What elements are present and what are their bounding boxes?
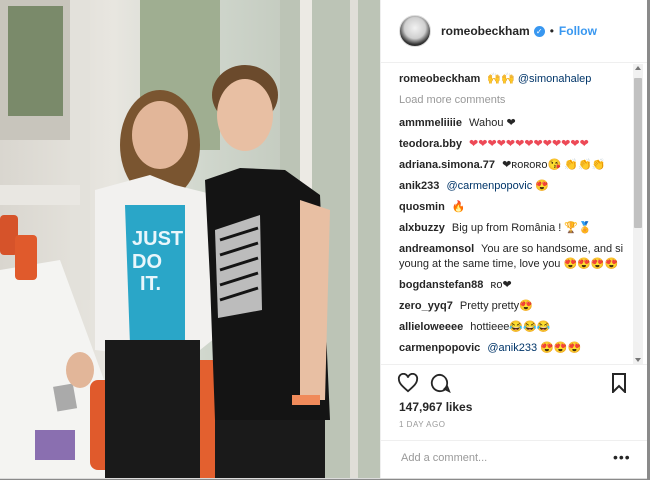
caption-emojis: 🙌🙌 <box>487 73 515 85</box>
comment-username[interactable]: zero_yyq7 <box>399 300 453 312</box>
header-separator: • <box>549 24 554 38</box>
instagram-post: JUST DO IT. romeobeckham ✓ • Follow rome… <box>0 0 647 479</box>
comment-text: @carmenpopovic 😍 <box>446 180 549 192</box>
post-timestamp: 1 DAY AGO <box>399 420 446 429</box>
comment-row: zero_yyq7 Pretty pretty😍 <box>399 299 631 314</box>
comment-username[interactable]: ammmeliiiie <box>399 117 462 129</box>
comment-row: anik233 @carmenpopovic 😍 <box>399 179 631 194</box>
caption: romeobeckham 🙌🙌 @simonahalep <box>399 72 631 87</box>
comment-row: andreamonsol You are so handsome, and si… <box>399 242 631 272</box>
svg-text:DO: DO <box>132 251 162 273</box>
comment-username[interactable]: quosmin <box>399 201 445 213</box>
photo-illustration: JUST DO IT. <box>0 0 380 478</box>
comment-text: Big up from România ! 🏆🏅 <box>451 222 592 234</box>
comment-username[interactable]: andreamonsol <box>399 243 474 255</box>
add-comment-input[interactable] <box>399 451 603 465</box>
post-side-panel: romeobeckham ✓ • Follow romeobeckham 🙌🙌 … <box>380 0 647 478</box>
comment-username[interactable]: anik233 <box>399 180 439 192</box>
comment-row: ammmeliiiie Wahou ❤ <box>399 116 631 131</box>
comment-row: alxbuzzy Big up from România ! 🏆🏅 <box>399 221 631 236</box>
follow-button[interactable]: Follow <box>559 24 597 38</box>
comments-list: romeobeckham 🙌🙌 @simonahalep Load more c… <box>399 72 631 362</box>
comment-text: @anik233 😍😍😍 <box>487 342 582 354</box>
comments-scrollbar[interactable] <box>633 64 643 364</box>
more-options-icon[interactable]: ••• <box>613 449 631 465</box>
post-header: romeobeckham ✓ • Follow <box>381 0 647 63</box>
comment-row: allieloweeee hottieee😂😂😂 <box>399 320 631 335</box>
comment-username[interactable]: alxbuzzy <box>399 222 445 234</box>
add-comment-bar: ••• <box>381 440 647 479</box>
header-username[interactable]: romeobeckham <box>441 24 530 38</box>
comment-text: 🔥 <box>451 201 466 213</box>
post-photo[interactable]: JUST DO IT. <box>0 0 380 478</box>
svg-text:JUST: JUST <box>132 228 183 250</box>
comment-text: ❤❤❤❤❤❤❤❤❤❤❤❤❤ <box>469 138 589 150</box>
scroll-thumb[interactable] <box>634 78 642 228</box>
comment-username[interactable]: teodora.bby <box>399 138 462 150</box>
comment-row: adriana.simona.77 ❤ʀᴏʀᴏʀᴏ😘 👏👏👏 <box>399 158 631 173</box>
comment-row: teodora.bby ❤❤❤❤❤❤❤❤❤❤❤❤❤ <box>399 137 631 152</box>
heart-icon[interactable] <box>397 372 419 398</box>
comment-username[interactable]: carmenpopovic <box>399 342 480 354</box>
load-more-comments-button[interactable]: Load more comments <box>399 93 631 108</box>
action-bar <box>381 364 647 401</box>
caption-mention[interactable]: @simonahalep <box>518 73 592 85</box>
svg-text:IT.: IT. <box>140 273 161 295</box>
verified-badge-icon: ✓ <box>533 25 545 37</box>
scroll-down-arrow-icon[interactable] <box>635 358 641 362</box>
comment-text: Pretty pretty😍 <box>459 300 533 312</box>
scroll-up-arrow-icon[interactable] <box>635 66 641 70</box>
comment-row: quosmin 🔥 <box>399 200 631 215</box>
comment-username[interactable]: allieloweeee <box>399 321 463 333</box>
comment-row: bogdanstefan88 ʀᴏ❤ <box>399 278 631 293</box>
comment-icon[interactable] <box>429 373 451 398</box>
comment-username[interactable]: adriana.simona.77 <box>399 159 495 171</box>
caption-username[interactable]: romeobeckham <box>399 73 480 85</box>
comment-username[interactable]: bogdanstefan88 <box>399 279 483 291</box>
comment-text: Wahou ❤ <box>469 117 516 129</box>
comment-text: ʀᴏ❤ <box>490 279 512 291</box>
likes-count[interactable]: 147,967 likes <box>399 400 472 414</box>
comment-text: hottieee😂😂😂 <box>470 321 551 333</box>
bookmark-icon[interactable] <box>611 373 627 398</box>
comment-row: carmenpopovic @anik233 😍😍😍 <box>399 341 631 356</box>
comment-text: ❤ʀᴏʀᴏʀᴏ😘 👏👏👏 <box>502 159 606 171</box>
avatar[interactable] <box>399 15 431 47</box>
